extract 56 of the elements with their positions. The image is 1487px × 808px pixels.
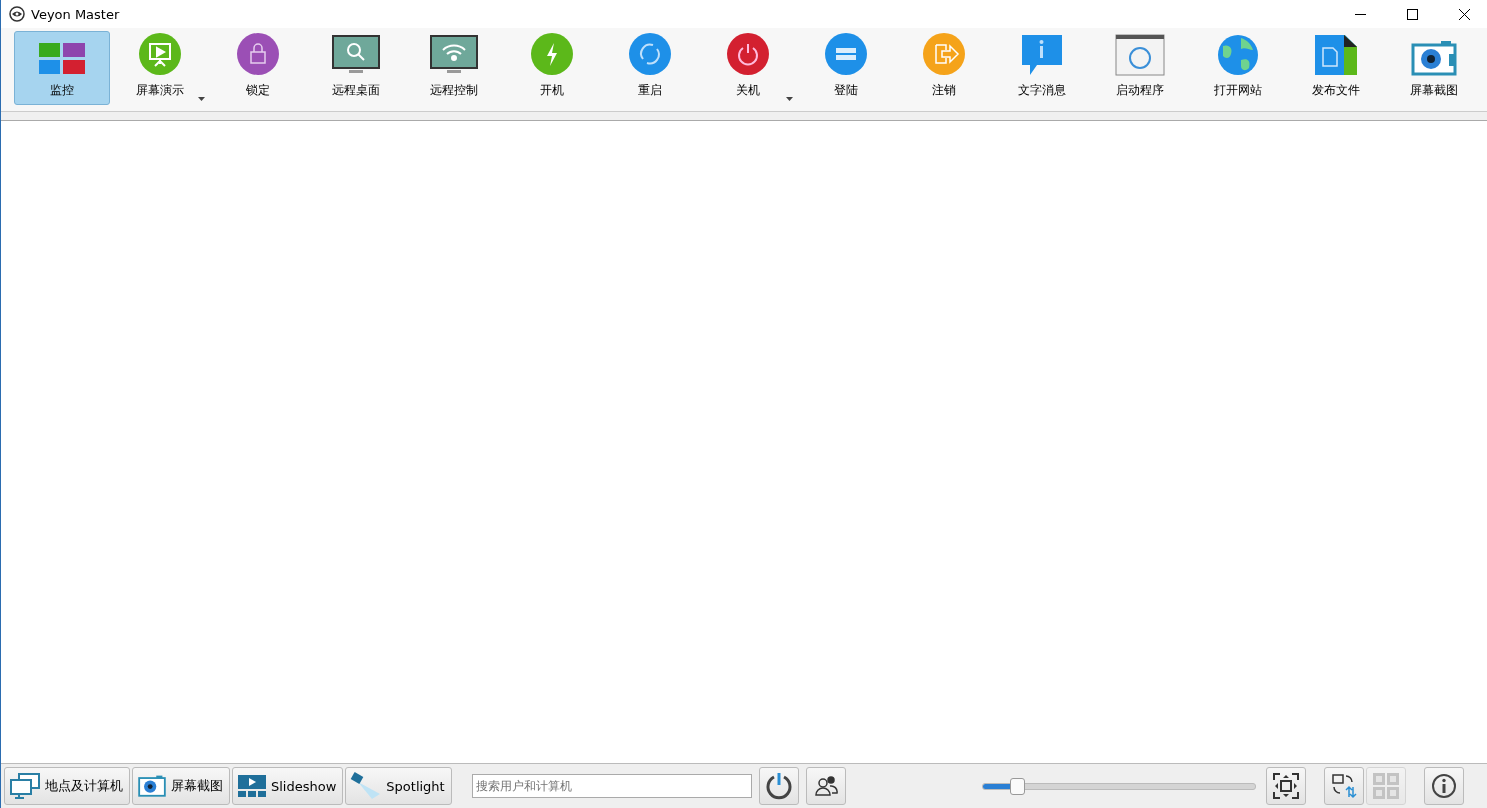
tiles-icon [38, 42, 86, 76]
users-button[interactable] [805, 767, 846, 805]
swap-button[interactable] [1324, 767, 1364, 805]
toolbar-button[interactable]: 远程控制 [406, 31, 502, 105]
power-button[interactable] [758, 767, 799, 805]
window-title: Veyon Master [31, 6, 121, 22]
toolbar-button[interactable]: 开机 [504, 31, 600, 105]
swap-icon [1331, 773, 1357, 799]
eye-logo-icon [9, 6, 25, 22]
window-icon [1115, 34, 1165, 76]
caret-icon[interactable] [198, 97, 205, 101]
power-icon [726, 32, 770, 76]
lock-icon [236, 32, 280, 76]
toolbar-button[interactable]: 发布文件 [1288, 31, 1384, 105]
presentation-icon [138, 32, 182, 76]
toolbar-button[interactable]: 屏幕演示 [112, 31, 208, 105]
search-field[interactable]: 搜索用户和计算机 [471, 774, 752, 798]
toolbar-button[interactable]: 重启 [602, 31, 698, 105]
toolbar-button[interactable]: 打开网站 [1190, 31, 1286, 105]
refresh-icon [628, 32, 672, 76]
toolbar-button[interactable]: 锁定 [210, 31, 306, 105]
toolbar-button[interactable]: 启动程序 [1092, 31, 1188, 105]
grid-icon [1372, 772, 1400, 800]
panel-button[interactable]: 地点及计算机 [4, 767, 130, 805]
info-button[interactable] [1424, 767, 1464, 805]
monitor-magnifier-icon [331, 34, 381, 76]
info-icon [1431, 773, 1457, 799]
camera-icon [1411, 40, 1457, 76]
toolbar-button[interactable]: 登陆 [798, 31, 894, 105]
file-icon [1314, 34, 1358, 76]
splitter-handle[interactable] [1, 112, 1487, 121]
toolbar-button[interactable]: 远程桌面 [308, 31, 404, 105]
panel-button[interactable]: 屏幕截图 [132, 767, 230, 805]
monitor-wifi-icon [429, 34, 479, 76]
globe-icon [1217, 34, 1259, 76]
speech-bubble-icon [1021, 34, 1063, 76]
camera-icon [137, 775, 167, 797]
toolbar-button[interactable]: 屏幕截图 [1386, 31, 1482, 105]
panel-button[interactable]: Slideshow [232, 767, 344, 805]
users-icon [813, 775, 838, 797]
lightning-icon [530, 32, 574, 76]
server-icon [824, 32, 868, 76]
close-icon [1458, 8, 1470, 20]
slideshow-icon [237, 774, 267, 798]
monitors-icon [9, 772, 41, 800]
slider-thumb[interactable] [1009, 777, 1025, 795]
toolbar-button[interactable]: 监控 [14, 31, 110, 105]
toolbar-button[interactable]: 文字消息 [994, 31, 1090, 105]
toolbar-button[interactable]: 关机 [700, 31, 796, 105]
panel-button[interactable]: Spotlight [345, 767, 452, 805]
power-icon [763, 771, 794, 801]
maximize-icon [1406, 8, 1418, 20]
toolbar-button[interactable]: 注销 [896, 31, 992, 105]
fit-screen-button[interactable] [1266, 767, 1306, 805]
caret-icon[interactable] [786, 97, 793, 101]
fit-icon [1273, 773, 1299, 799]
